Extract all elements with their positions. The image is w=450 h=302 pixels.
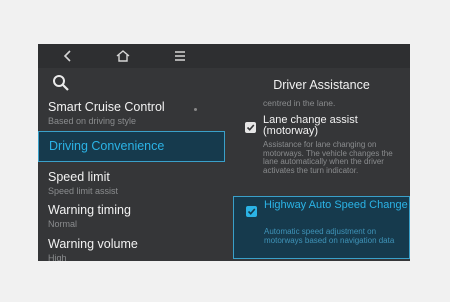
menu-item-subtitle: High xyxy=(48,253,67,261)
menu-item-title: Smart Cruise Control xyxy=(48,100,165,114)
option-title: Highway Auto Speed Change xyxy=(264,199,408,211)
menu-item-title: Warning timing xyxy=(48,203,131,217)
menu-item-speed-limit[interactable]: Speed limit Speed limit assist xyxy=(38,170,225,198)
truncated-description: centred in the lane. xyxy=(263,98,336,108)
driver-assistance-panel: Driver Assistance centred in the lane. L… xyxy=(233,68,410,261)
settings-menu: Smart Cruise Control Based on driving st… xyxy=(38,68,225,261)
option-description: Assistance for lane changing on motorway… xyxy=(263,140,393,175)
menu-item-warning-timing[interactable]: Warning timing Normal xyxy=(38,203,225,231)
menu-item-warning-volume[interactable]: Warning volume High xyxy=(38,237,225,261)
menu-item-title: Speed limit xyxy=(48,170,110,184)
menu-item-subtitle: Normal xyxy=(48,219,78,229)
menu-icon[interactable] xyxy=(170,46,190,66)
menu-item-smart-cruise-control[interactable]: Smart Cruise Control Based on driving st… xyxy=(38,100,225,126)
top-nav-bar xyxy=(38,44,410,68)
menu-item-title: Driving Convenience xyxy=(49,139,165,153)
option-lane-change-assist[interactable]: Lane change assist (motorway) Assistance… xyxy=(233,112,410,192)
menu-item-subtitle: Speed limit assist xyxy=(48,186,119,196)
option-title: Lane change assist (motorway) xyxy=(263,114,358,137)
infotainment-screen: Smart Cruise Control Based on driving st… xyxy=(38,44,410,261)
search-icon[interactable] xyxy=(52,74,72,94)
panel-title: Driver Assistance xyxy=(273,78,370,92)
menu-item-driving-convenience[interactable]: Driving Convenience xyxy=(38,131,225,162)
menu-item-subtitle: Based on driving style xyxy=(48,116,137,126)
home-icon[interactable] xyxy=(113,46,133,66)
indicator-dot xyxy=(194,108,197,111)
menu-item-title: Warning volume xyxy=(48,237,138,251)
checkbox[interactable] xyxy=(245,122,256,133)
option-description: Automatic speed adjustment on motorways … xyxy=(264,227,395,245)
option-highway-auto-speed-change[interactable]: Highway Auto Speed Change Automatic spee… xyxy=(233,196,410,259)
back-chevron-icon[interactable] xyxy=(58,46,78,66)
checkbox[interactable] xyxy=(246,206,257,217)
